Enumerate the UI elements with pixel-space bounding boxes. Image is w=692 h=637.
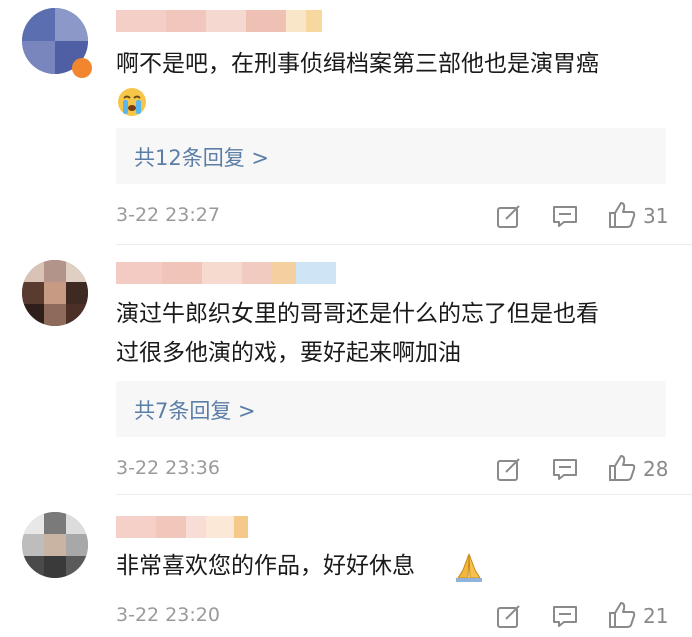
comment-1: 啊不是吧，在刑事侦缉档案第三部他也是演胃癌 共12条回复 > 3-22 23:2… <box>0 0 692 240</box>
like-count: 28 <box>643 457 669 481</box>
reply-count-link[interactable]: 共7条回复 > <box>134 395 256 425</box>
reply-summary[interactable]: 共12条回复 > <box>116 128 666 184</box>
comment-3: 非常喜欢您的作品，好好休息 3-22 23:20 21 <box>0 494 692 637</box>
timestamp: 3-22 23:36 <box>116 457 220 479</box>
comment-text-line: 啊不是吧，在刑事侦缉档案第三部他也是演胃癌 <box>116 51 599 77</box>
like-count: 21 <box>643 604 669 628</box>
comment-icon[interactable] <box>552 204 578 228</box>
avatar[interactable] <box>22 512 88 578</box>
comment-2: 演过牛郎织女里的哥哥还是什么的忘了但是也看 过很多他演的戏，要好起来啊加油 共7… <box>0 244 692 494</box>
timestamp: 3-22 23:20 <box>116 604 220 626</box>
reply-count-link[interactable]: 共12条回复 > <box>134 142 269 172</box>
comment-text-line: 非常喜欢您的作品，好好休息 <box>116 553 415 579</box>
avatar[interactable] <box>22 260 88 326</box>
username-blurred[interactable] <box>116 10 322 32</box>
edit-share-icon[interactable] <box>496 456 522 482</box>
like-count: 31 <box>643 204 669 228</box>
comment-icon[interactable] <box>552 604 578 628</box>
edit-share-icon[interactable] <box>496 203 522 229</box>
comment-text-line: 过很多他演的戏，要好起来啊加油 <box>116 340 461 366</box>
crying-face-icon <box>118 88 146 116</box>
timestamp: 3-22 23:27 <box>116 204 220 226</box>
thumbs-up-icon[interactable] <box>607 600 637 630</box>
username-blurred[interactable] <box>116 516 248 538</box>
avatar-badge <box>72 58 92 78</box>
username-blurred[interactable] <box>116 262 336 284</box>
thumbs-up-icon[interactable] <box>607 453 637 483</box>
folded-hands-icon <box>456 553 482 582</box>
comment-icon[interactable] <box>552 457 578 481</box>
thumbs-up-icon[interactable] <box>607 200 637 230</box>
edit-share-icon[interactable] <box>496 603 522 629</box>
reply-summary[interactable]: 共7条回复 > <box>116 381 666 437</box>
